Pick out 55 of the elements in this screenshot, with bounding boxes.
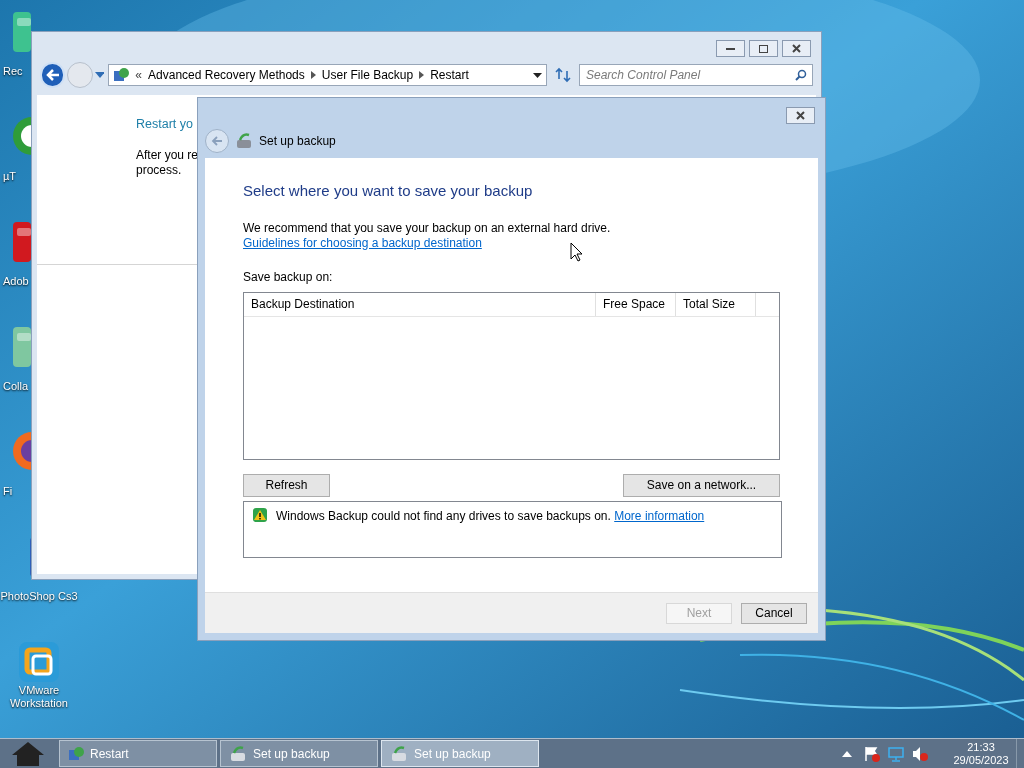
icon-label: Colla — [3, 380, 29, 393]
muted-speaker-icon[interactable] — [912, 745, 928, 762]
text-line: process. — [136, 162, 182, 178]
search-field[interactable]: Search Control Panel — [579, 64, 813, 86]
clock[interactable]: 21:33 29/05/2023 — [946, 740, 1016, 767]
text-line: After you re — [136, 147, 199, 163]
icon-label: PhotoShop Cs3 — [0, 590, 78, 603]
address-bar[interactable]: « Advanced Recovery Methods User File Backup Restart — [108, 64, 548, 86]
maximize-button[interactable] — [749, 40, 778, 57]
refresh-icon[interactable] — [555, 67, 571, 83]
back-arrow-icon — [211, 136, 223, 146]
intro-text: We recommend that you save your backup on an external hard drive. Guidelines for choosing a backup destination — [243, 220, 612, 251]
close-icon — [796, 111, 805, 120]
warning-icon — [252, 506, 268, 523]
chevron-icon — [419, 71, 425, 79]
control-panel-icon — [113, 67, 130, 83]
dialog-title: Set up backup — [259, 133, 336, 150]
icon-label: Adob — [3, 275, 29, 288]
back-button[interactable] — [40, 62, 66, 88]
breadcrumb-item[interactable]: Advanced Recovery Methods — [148, 66, 305, 84]
more-information-link[interactable]: More information — [614, 508, 705, 523]
column-header[interactable]: Backup Destination — [244, 292, 596, 316]
control-panel-icon — [68, 745, 84, 762]
breadcrumb-item[interactable]: User File Backup — [321, 66, 414, 84]
flag-icon[interactable] — [864, 745, 880, 762]
cursor-icon — [570, 242, 583, 262]
icon-label: Fi — [3, 485, 13, 498]
dropdown-icon[interactable] — [533, 72, 543, 78]
column-header[interactable]: Free Space — [596, 292, 676, 316]
dialog-heading: Select where you want to save your backup — [243, 181, 534, 201]
show-hidden-icons[interactable] — [842, 750, 852, 757]
list-label: Save backup on: — [243, 268, 334, 286]
chevron-icon — [310, 71, 316, 79]
icon-label: VMware Workstation — [9, 684, 69, 710]
close-button[interactable] — [786, 107, 815, 124]
backup-icon — [229, 745, 247, 762]
backup-icon — [235, 133, 253, 149]
dialog-button[interactable]: Cancel — [741, 602, 807, 624]
column-header[interactable]: Total Size — [676, 292, 756, 316]
vmware-icon — [17, 640, 61, 684]
breadcrumb-item[interactable]: Restart — [430, 66, 469, 84]
icon-label: µT — [3, 170, 17, 183]
minimize-button[interactable] — [716, 40, 745, 57]
guidelines-link[interactable]: Guidelines for choosing a backup destination — [243, 235, 482, 250]
page-heading: Restart yo — [136, 116, 193, 133]
dialog-button[interactable]: Refresh — [243, 473, 330, 497]
dialog-button[interactable]: Save on a network... — [623, 473, 780, 497]
icon-label: Rec — [3, 65, 23, 78]
backup-icon — [390, 745, 408, 762]
back-arrow-icon — [45, 69, 60, 81]
close-button[interactable] — [782, 40, 811, 57]
search-icon[interactable] — [795, 69, 807, 81]
breadcrumb-prefix: « — [135, 67, 143, 84]
close-icon — [792, 44, 801, 53]
message-text: Windows Backup could not find any drives to save backups on. More information — [276, 507, 705, 525]
